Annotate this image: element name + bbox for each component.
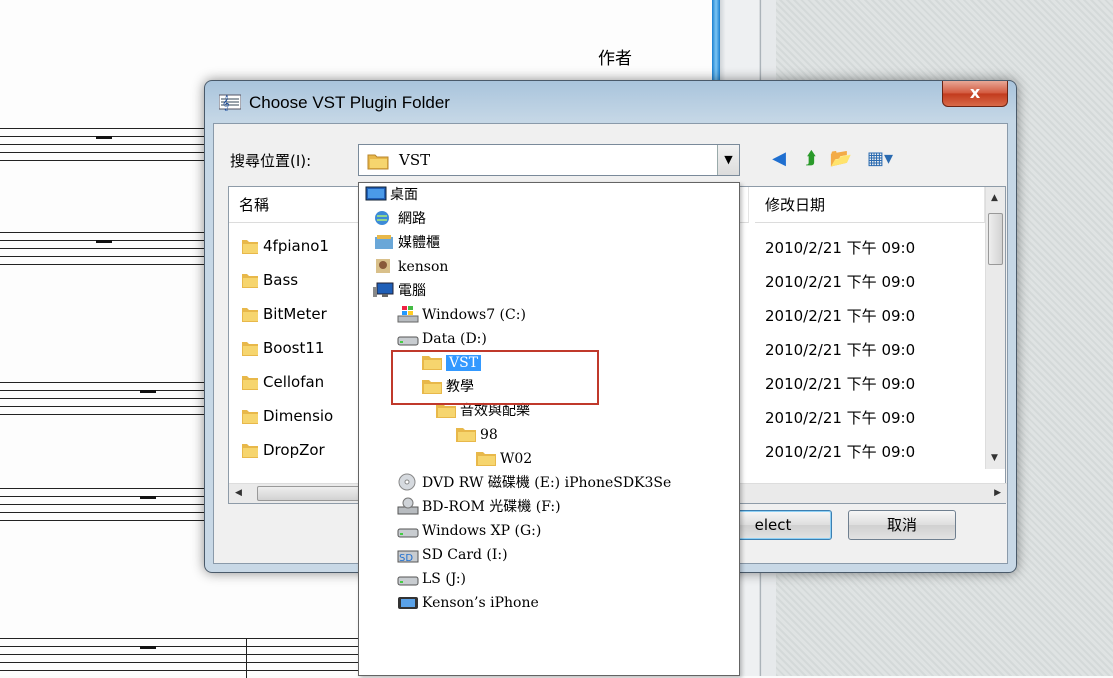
file-name: Cellofan [263,373,325,391]
scroll-right-icon[interactable]: ▶ [994,488,1001,498]
hard-drive-icon [397,528,419,538]
file-date: 2010/2/21 下午 09:0 [765,443,916,461]
svg-text:SD: SD [399,553,413,563]
file-name: Dimensio [263,407,334,425]
network-icon [375,211,389,225]
folder-icon [242,274,258,288]
libraries-icon [375,235,393,249]
folder-icon [242,342,258,356]
file-date: 2010/2/21 下午 09:0 [765,409,916,427]
annotation-highlight-box [391,350,599,405]
dropdown-item-ls-drive[interactable]: LS (J:) [397,567,466,591]
windows-drive-icon [397,306,419,323]
file-date: 2010/2/21 下午 09:0 [765,375,916,393]
look-in-dropdown-list[interactable]: 桌面 網路 媒體櫃 kenson 電腦 Windows7 (C:) Data (… [358,182,740,676]
file-name: DropZor [263,441,325,459]
dropdown-item-computer[interactable]: 電腦 [373,279,426,303]
hard-drive-icon [397,336,419,346]
author-label: 作者 [598,49,632,69]
dropdown-item-sd-card[interactable]: SD SD Card (I:) [397,543,508,567]
dropdown-item-libraries[interactable]: 媒體櫃 [373,231,440,255]
file-name: BitMeter [263,305,327,323]
dvd-drive-icon [398,473,416,491]
chevron-down-icon[interactable]: ▼ [717,145,739,175]
svg-text:𝄞: 𝄞 [222,96,230,111]
sd-card-icon: SD [397,550,419,563]
file-name: 4fpiano1 [263,237,329,255]
app-icon: 𝄞 [219,94,241,111]
scroll-left-icon[interactable]: ◀ [235,488,242,498]
phone-icon [398,597,418,609]
file-date: 2010/2/21 下午 09:0 [765,239,916,257]
back-icon[interactable]: ◀ [766,146,792,172]
dropdown-item-user[interactable]: kenson [373,255,448,279]
folder-icon [456,428,476,442]
dropdown-item-98[interactable]: 98 [455,423,498,447]
file-date: 2010/2/21 下午 09:0 [765,307,916,325]
dropdown-item-bd-drive[interactable]: BD-ROM 光碟機 (F:) [397,495,561,519]
file-date: 2010/2/21 下午 09:0 [765,341,916,359]
horizontal-scroll-thumb[interactable] [257,486,367,501]
dropdown-item-desktop[interactable]: 桌面 [365,183,418,207]
folder-icon [476,452,496,466]
look-in-label: 搜尋位置(I): [230,152,312,170]
dialog-titlebar[interactable]: 𝄞 Choose VST Plugin Folder x [205,81,1016,123]
folder-icon [242,240,258,254]
dropdown-item-windows7-drive[interactable]: Windows7 (C:) [397,303,526,327]
bd-drive-icon [397,497,419,515]
vertical-scrollbar[interactable]: ▲ ▼ [985,187,1005,469]
dropdown-item-iphone[interactable]: Kenson’s iPhone [397,591,539,615]
cancel-button[interactable]: 取消 [848,510,956,540]
look-in-value: VST [399,151,431,169]
dialog-title: Choose VST Plugin Folder [249,93,450,112]
look-in-combobox[interactable]: VST ▼ [358,144,740,176]
file-name: Boost11 [263,339,325,357]
folder-icon [367,154,389,170]
vertical-scroll-thumb[interactable] [988,213,1003,265]
file-date: 2010/2/21 下午 09:0 [765,273,916,291]
desktop-icon [365,186,387,201]
user-icon [376,259,390,273]
file-name: Bass [263,271,299,289]
scroll-up-icon[interactable]: ▲ [991,193,998,203]
folder-icon [242,410,258,424]
dropdown-item-w02[interactable]: W02 [475,447,532,471]
column-header-date[interactable]: 修改日期 [755,187,985,223]
up-folder-icon[interactable]: ⮭ [798,146,824,172]
computer-icon [373,282,394,297]
close-button[interactable]: x [942,81,1008,107]
dropdown-item-network[interactable]: 網路 [373,207,426,231]
view-menu-icon[interactable]: ▦▾ [862,146,898,172]
dropdown-item-dvd-drive[interactable]: DVD RW 磁碟機 (E:) iPhoneSDK3Se [397,471,671,495]
folder-icon [242,444,258,458]
dropdown-item-data-drive[interactable]: Data (D:) [397,327,487,351]
new-folder-icon[interactable]: 📂 [828,146,854,172]
dropdown-item-windowsxp-drive[interactable]: Windows XP (G:) [397,519,541,543]
folder-icon [242,308,258,322]
folder-icon [242,376,258,390]
hard-drive-icon [397,576,419,586]
scroll-down-icon[interactable]: ▼ [991,453,998,463]
